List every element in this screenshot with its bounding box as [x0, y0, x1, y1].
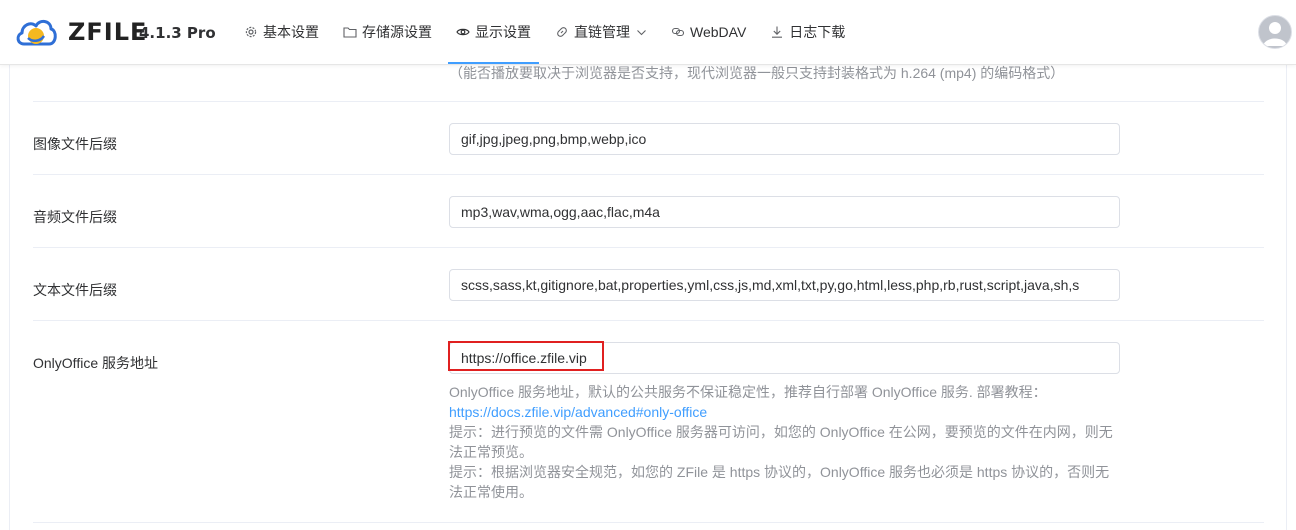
download-icon: [772, 26, 783, 38]
row-divider: [33, 320, 1264, 321]
onlyoffice-tip-line: 提示：进行预览的文件需 OnlyOffice 服务器可访问，如您的 OnlyOf…: [449, 424, 1113, 440]
nav-display-settings-label: 显示设置: [475, 24, 531, 40]
panel-left-border: [9, 65, 10, 530]
nav-log-download-label: 日志下载: [789, 24, 846, 40]
top-navbar: ZFILE 4.1.3 Pro 基本设置 存储源设置 显示设置 直链管理 Web…: [0, 0, 1296, 65]
nav-display-settings[interactable]: 显示设置: [444, 0, 543, 64]
panel-right-border: [1286, 65, 1287, 530]
version-label: 4.1.3 Pro: [139, 24, 216, 42]
nav-basic-settings[interactable]: 基本设置: [232, 0, 331, 64]
gear-icon: [245, 26, 257, 38]
webdav-icon: [671, 27, 685, 37]
display-settings-form: （能否播放要取决于浏览器是否支持，现代浏览器一般只支持封装格式为 h.264 (…: [0, 65, 1296, 530]
user-avatar[interactable]: [1258, 15, 1292, 49]
audio-suffix-label: 音频文件后缀: [33, 209, 117, 225]
row-divider: [33, 174, 1264, 175]
onlyoffice-tip-line: 提示：根据浏览器安全规范，如您的 ZFile 是 https 协议的，OnlyO…: [449, 464, 1110, 480]
brand-name: ZFILE: [68, 18, 148, 46]
nav-log-download[interactable]: 日志下载: [758, 0, 857, 64]
folder-icon: [343, 27, 357, 38]
audio-suffix-input[interactable]: mp3,wav,wma,ogg,aac,flac,m4a: [449, 196, 1120, 228]
text-suffix-input[interactable]: scss,sass,kt,gitignore,bat,properties,ym…: [449, 269, 1120, 301]
nav-basic-settings-label: 基本设置: [263, 24, 319, 40]
chevron-down-icon: [637, 29, 646, 35]
nav-link-management[interactable]: 直链管理: [543, 0, 659, 64]
eye-icon: [456, 28, 470, 36]
onlyoffice-hint-line: OnlyOffice 服务地址，默认的公共服务不保证稳定性，推荐自行部署 Onl…: [449, 384, 1047, 400]
link-icon: [557, 27, 567, 37]
row-divider: [33, 101, 1264, 102]
video-format-hint: （能否播放要取决于浏览器是否支持，现代浏览器一般只支持封装格式为 h.264 (…: [449, 65, 1065, 81]
onlyoffice-docs-link[interactable]: https://docs.zfile.vip/advanced#only-off…: [449, 404, 707, 420]
image-suffix-input[interactable]: gif,jpg,jpeg,png,bmp,webp,ico: [449, 123, 1120, 155]
onlyoffice-tip-line: 法正常预览。: [449, 444, 533, 460]
row-divider: [33, 522, 1264, 523]
zfile-logo-icon[interactable]: [14, 14, 58, 50]
onlyoffice-url-label: OnlyOffice 服务地址: [33, 355, 158, 371]
main-nav: 基本设置 存储源设置 显示设置 直链管理 WebDAV 日志下载: [232, 0, 857, 64]
onlyoffice-url-input[interactable]: https://office.zfile.vip: [449, 342, 1120, 374]
nav-webdav[interactable]: WebDAV: [659, 0, 758, 64]
nav-link-management-label: 直链管理: [574, 24, 630, 40]
image-suffix-label: 图像文件后缀: [33, 136, 117, 152]
row-divider: [33, 247, 1264, 248]
nav-storage-settings[interactable]: 存储源设置: [331, 0, 444, 64]
nav-storage-settings-label: 存储源设置: [362, 24, 432, 40]
user-avatar-icon: [1263, 22, 1287, 46]
onlyoffice-tip-line: 法正常使用。: [449, 484, 533, 500]
text-suffix-label: 文本文件后缀: [33, 282, 117, 298]
nav-webdav-label: WebDAV: [690, 24, 747, 40]
onlyoffice-docs-link-line: https://docs.zfile.vip/advanced#only-off…: [449, 402, 707, 422]
